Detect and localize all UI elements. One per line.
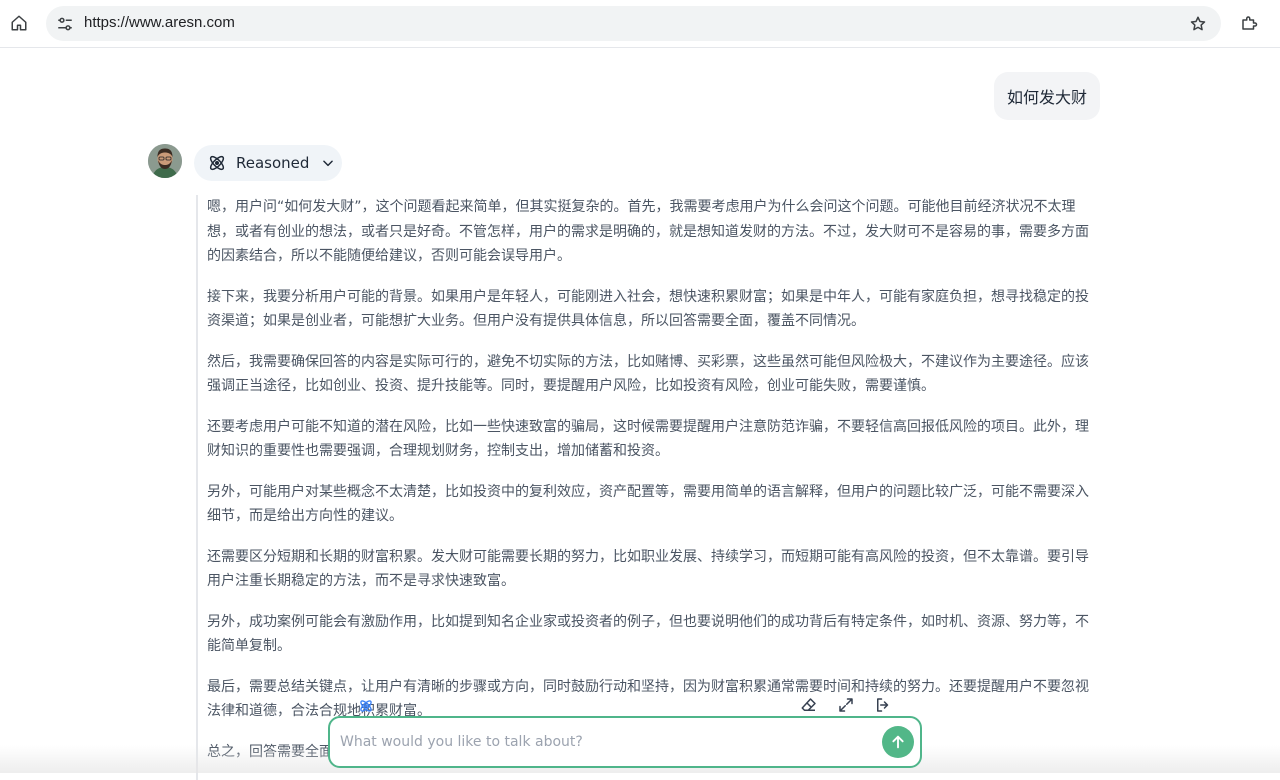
- reasoning-paragraph: 另外，可能用户对某些概念不太清楚，比如投资中的复利效应，资产配置等，需要用简单的…: [207, 483, 1089, 525]
- tune-icon[interactable]: [53, 12, 77, 36]
- atom-icon[interactable]: [358, 698, 374, 714]
- arrow-up-icon: [892, 735, 904, 749]
- atom-icon: [207, 153, 227, 173]
- message-input[interactable]: [338, 730, 872, 754]
- star-icon[interactable]: [1187, 13, 1209, 35]
- url-text[interactable]: https://www.aresn.com: [84, 14, 235, 31]
- reasoned-label: Reasoned: [236, 154, 310, 172]
- expand-icon[interactable]: [835, 694, 857, 716]
- reasoning-paragraph: 还需要区分短期和长期的财富积累。发大财可能需要长期的努力，比如职业发展、持续学习…: [207, 548, 1089, 590]
- browser-toolbar: https://www.aresn.com: [0, 0, 1280, 48]
- chevron-down-icon: [321, 156, 335, 170]
- reasoned-toggle-button[interactable]: Reasoned: [194, 145, 342, 181]
- send-button[interactable]: [882, 726, 914, 758]
- reasoning-paragraph: 另外，成功案例可能会有激励作用，比如提到知名企业家或投资者的例子，但也要说明他们…: [207, 613, 1089, 655]
- puzzle-icon[interactable]: [1238, 12, 1260, 34]
- user-message: 如何发大财: [993, 72, 1100, 120]
- home-icon[interactable]: [8, 12, 30, 34]
- reasoning-paragraph: 然后，我需要确保回答的内容是实际可行的，避免不切实际的方法，比如赌博、买彩票，这…: [207, 353, 1089, 395]
- reasoning-paragraph: 嗯，用户问“如何发大财”，这个问题看起来简单，但其实挺复杂的。首先，我需要考虑用…: [207, 199, 1089, 264]
- logout-icon[interactable]: [872, 694, 894, 716]
- reasoning-paragraph: 接下来，我要分析用户可能的背景。如果用户是年轻人，可能刚进入社会，想快速积累财富…: [207, 288, 1089, 330]
- composer-tools: [798, 694, 894, 716]
- message-composer: [328, 716, 922, 768]
- avatar: [148, 144, 182, 178]
- reasoning-paragraph: 还要考虑用户可能不知道的潜在风险，比如一些快速致富的骗局，这时候需要提醒用户注意…: [207, 418, 1089, 460]
- address-bar[interactable]: https://www.aresn.com: [46, 6, 1221, 41]
- eraser-icon[interactable]: [798, 694, 820, 716]
- reasoning-content: 嗯，用户问“如何发大财”，这个问题看起来简单，但其实挺复杂的。首先，我需要考虑用…: [196, 195, 1111, 780]
